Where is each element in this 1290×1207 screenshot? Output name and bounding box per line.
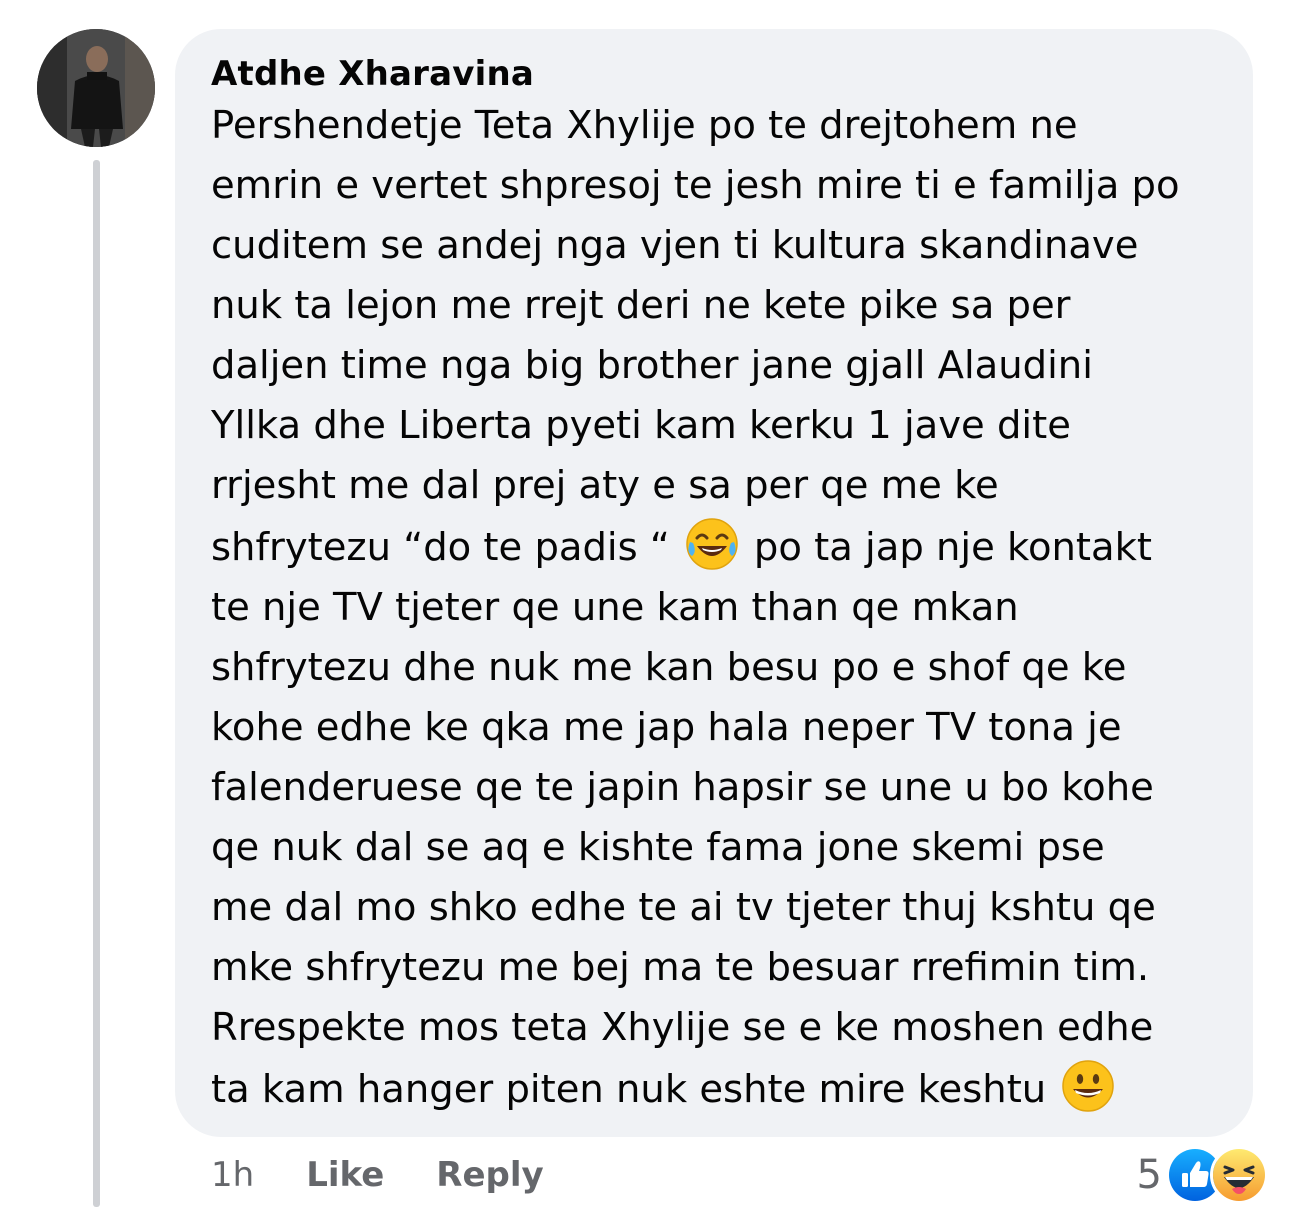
comment-line: daljen time nga big brother jane gjall A…: [211, 343, 1093, 388]
comment-container: Atdhe Xharavina Pershendetje Teta Xhylij…: [0, 0, 1290, 1207]
reactions-summary[interactable]: 5: [1137, 1145, 1268, 1205]
thread-line: [93, 160, 100, 1207]
comment-line: Rrespekte mos teta Xhylije se e ke moshe…: [211, 1005, 1154, 1050]
comment-line: Pershendetje Teta Xhylije po te drejtohe…: [211, 103, 1078, 148]
grinning-face-emoji: [1060, 1058, 1116, 1114]
comment-line: me dal mo shko edhe te ai tv tjeter thuj…: [211, 885, 1156, 930]
comment-text: Pershendetje Teta Xhylije po te drejtohe…: [211, 96, 1233, 1120]
comment-line: Yllka dhe Liberta pyeti kam kerku 1 jave…: [211, 403, 1071, 448]
comment-line: nuk ta lejon me rrejt deri ne kete pike …: [211, 283, 1071, 328]
comment-line: emrin e vertet shpresoj te jesh mire ti …: [211, 163, 1180, 208]
reaction-count: 5: [1136, 1152, 1162, 1198]
reply-button[interactable]: Reply: [436, 1155, 543, 1195]
face-with-tears-of-joy-emoji: [684, 516, 740, 572]
comment-bubble: Atdhe Xharavina Pershendetje Teta Xhylij…: [175, 29, 1253, 1137]
haha-icon: [1210, 1146, 1268, 1204]
comment-line: falenderuese qe te japin hapsir se une u…: [211, 765, 1154, 810]
comment-line: shfrytezu dhe nuk me kan besu po e shof …: [211, 645, 1127, 690]
comment-line-segment: po ta jap nje kontakt: [753, 525, 1152, 570]
avatar[interactable]: [37, 29, 155, 147]
comment-timestamp[interactable]: 1h: [211, 1155, 254, 1195]
comment-line-segment: ta kam hanger piten nuk eshte mire kesht…: [211, 1067, 1047, 1112]
comment-line: rrjesht me dal prej aty e sa per qe me k…: [211, 463, 999, 508]
avatar-image: [37, 29, 155, 147]
comment-line: qe nuk dal se aq e kishte fama jone skem…: [211, 825, 1105, 870]
comment-line-segment: shfrytezu “do te padis “: [211, 525, 670, 570]
comment-line: mke shfrytezu me bej ma te besuar rrefim…: [211, 945, 1150, 990]
comment-line-with-emoji: shfrytezu “do te padis “ po ta jap nje k…: [211, 516, 1233, 578]
comment-actions: 1h Like Reply: [211, 1150, 544, 1200]
like-button[interactable]: Like: [306, 1155, 384, 1195]
comment-line-with-emoji: ta kam hanger piten nuk eshte mire kesht…: [211, 1058, 1233, 1120]
comment-line: kohe edhe ke qka me jap hala neper TV to…: [211, 705, 1122, 750]
author-name[interactable]: Atdhe Xharavina: [211, 51, 1233, 97]
comment-line: cuditem se andej nga vjen ti kultura ska…: [211, 223, 1139, 268]
comment-line: te nje TV tjeter qe une kam than qe mkan: [211, 585, 1019, 630]
